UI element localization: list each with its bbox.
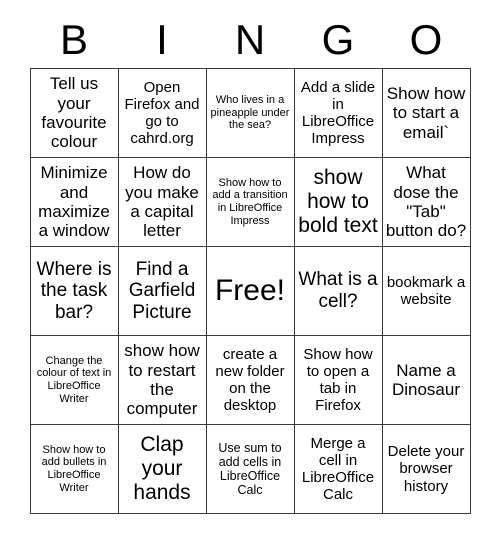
bingo-cell-text: How do you make a capital letter [125, 163, 199, 241]
bingo-cell-text: Change the colour of text in LibreOffice… [36, 354, 112, 405]
header-letter-i: I [156, 16, 168, 63]
bingo-cell-text: Merge a cell in LibreOffice Calc [301, 434, 375, 504]
bingo-cell-text: Where is the task bar? [36, 258, 112, 323]
bingo-cell-text: Add a slide in LibreOffice Impress [300, 78, 376, 148]
bingo-card: B I N G O Tell us your favourite colour … [0, 0, 500, 544]
bingo-cell-text: What dose the "Tab" button do? [385, 163, 467, 241]
bingo-cell-text: create a new folder on the desktop [215, 345, 285, 415]
bingo-row: Minimize and maximize a window How do yo… [29, 157, 471, 247]
bingo-cell-text: Use sum to add cells in LibreOffice Calc [218, 440, 282, 498]
bingo-cell[interactable]: show how to bold text [293, 157, 383, 247]
bingo-cell-text: Find a Garfield Picture [128, 258, 196, 323]
bingo-cell-text: Show how to start a email` [386, 83, 466, 142]
bingo-cell-text: Delete your browser history [387, 443, 465, 495]
bingo-grid: Tell us your favourite colour Open Firef… [29, 68, 471, 514]
bingo-cell[interactable]: How do you make a capital letter [117, 157, 207, 247]
bingo-cell[interactable]: bookmark a website [381, 246, 471, 336]
bingo-row: Show how to add bullets in LibreOffice W… [29, 424, 471, 514]
bingo-cell[interactable]: Show how to start a email` [381, 68, 471, 158]
bingo-cell[interactable]: Add a slide in LibreOffice Impress [293, 68, 383, 158]
bingo-cell-text: show how to bold text [298, 166, 378, 237]
bingo-cell[interactable]: Change the colour of text in LibreOffice… [29, 335, 119, 425]
bingo-cell[interactable]: Where is the task bar? [29, 246, 119, 336]
bingo-cell[interactable]: show how to restart the computer [117, 335, 207, 425]
bingo-cell[interactable]: Minimize and maximize a window [29, 157, 119, 247]
bingo-cell[interactable]: Use sum to add cells in LibreOffice Calc [205, 424, 295, 514]
bingo-row: Where is the task bar? Find a Garfield P… [29, 246, 471, 336]
bingo-cell[interactable]: Show how to add bullets in LibreOffice W… [29, 424, 119, 514]
bingo-cell-text: Name a Dinosaur [391, 360, 461, 399]
bingo-row: Tell us your favourite colour Open Firef… [29, 68, 471, 158]
bingo-cell-text: Minimize and maximize a window [38, 163, 110, 241]
bingo-cell-text: Show how to add a transition in LibreOff… [212, 176, 288, 227]
bingo-cell[interactable]: Who lives in a pineapple under the sea? [205, 68, 295, 158]
bingo-cell-text: What is a cell? [298, 269, 378, 312]
bingo-cell-text: Who lives in a pineapple under the sea? [210, 94, 290, 132]
bingo-cell[interactable]: Name a Dinosaur [381, 335, 471, 425]
bingo-cell[interactable]: What is a cell? [293, 246, 383, 336]
bingo-cell-text: show how to restart the computer [124, 341, 200, 419]
bingo-row: Change the colour of text in LibreOffice… [29, 335, 471, 425]
header-letter-g: G [321, 16, 355, 63]
bingo-header: B I N G O [30, 0, 470, 68]
bingo-cell-text: Tell us your favourite colour [41, 74, 107, 152]
bingo-cell-text: Clap your hands [133, 433, 191, 504]
bingo-cell[interactable]: Show how to add a transition in LibreOff… [205, 157, 295, 247]
header-letter-b: B [59, 16, 88, 63]
bingo-cell[interactable]: Delete your browser history [381, 424, 471, 514]
bingo-cell[interactable]: What dose the "Tab" button do? [381, 157, 471, 247]
bingo-cell-text: Show how to open a tab in Firefox [303, 345, 373, 415]
bingo-cell[interactable]: Find a Garfield Picture [117, 246, 207, 336]
bingo-cell[interactable]: Tell us your favourite colour [29, 68, 119, 158]
bingo-cell[interactable]: Open Firefox and go to cahrd.org [117, 68, 207, 158]
bingo-cell-text: Show how to add bullets in LibreOffice W… [41, 443, 107, 494]
bingo-cell[interactable]: create a new folder on the desktop [205, 335, 295, 425]
header-letter-n: N [234, 16, 266, 63]
bingo-cell-free[interactable]: Free! [205, 246, 295, 336]
bingo-cell-text: bookmark a website [386, 273, 466, 308]
bingo-cell-text: Free! [214, 273, 286, 307]
bingo-cell[interactable]: Merge a cell in LibreOffice Calc [293, 424, 383, 514]
bingo-cell-text: Open Firefox and go to cahrd.org [124, 78, 200, 148]
bingo-cell[interactable]: Show how to open a tab in Firefox [293, 335, 383, 425]
header-letter-o: O [409, 16, 443, 63]
bingo-cell[interactable]: Clap your hands [117, 424, 207, 514]
